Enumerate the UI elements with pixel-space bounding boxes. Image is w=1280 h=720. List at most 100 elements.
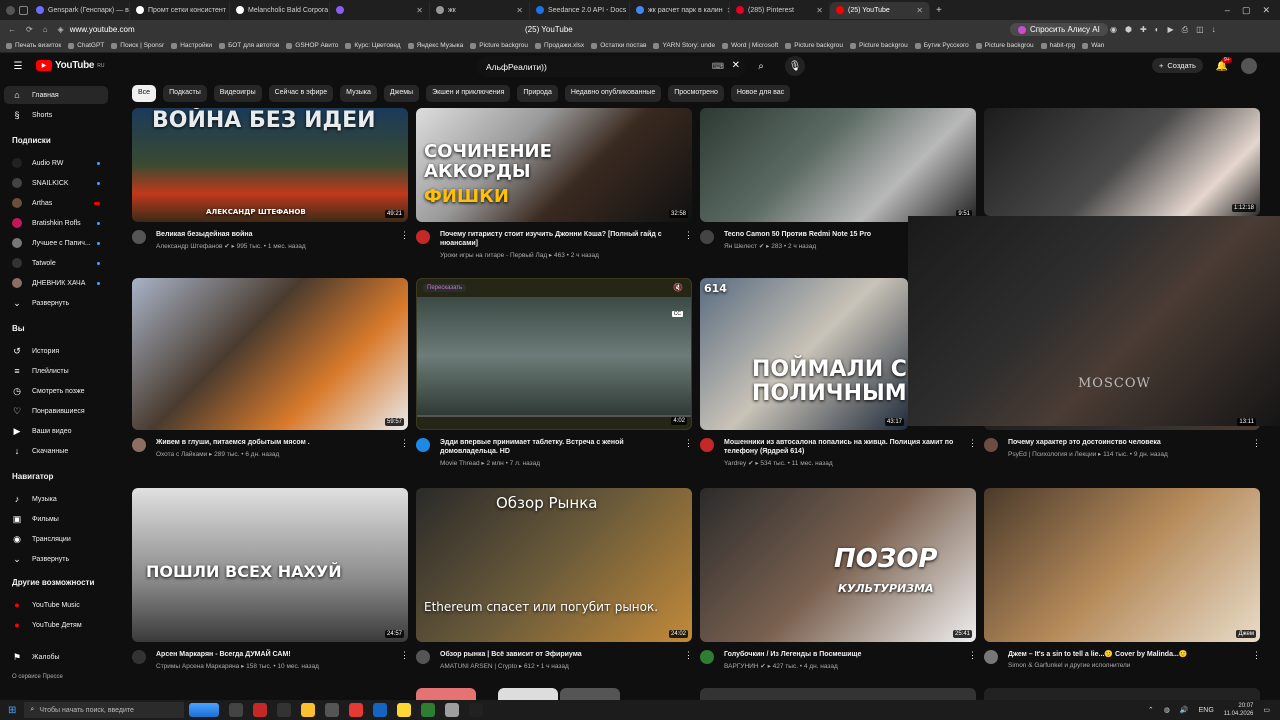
- sidebar-item[interactable]: ≡ Плейлисты: [4, 362, 108, 380]
- video-title[interactable]: Голубочкин / Из Легенды в Посмешище: [724, 650, 954, 659]
- sidebar-item[interactable]: ⚑ Жалобы: [4, 648, 108, 666]
- sidebar-item[interactable]: Audio RW: [4, 154, 108, 172]
- browser-tab[interactable]: (285) Pinterest ✕: [730, 1, 830, 19]
- microphone-icon[interactable]: 🎙: [785, 56, 805, 76]
- bookmark-item[interactable]: Курс: Цветовед: [345, 42, 401, 49]
- channel-avatar[interactable]: [416, 230, 430, 244]
- more-options-icon[interactable]: ⋮: [684, 230, 693, 241]
- account-avatar[interactable]: [1241, 58, 1257, 74]
- video-title[interactable]: Арсен Маркарян - Всегда ДУМАЙ САМ!: [156, 650, 386, 659]
- new-tab-button[interactable]: +: [936, 5, 942, 16]
- more-options-icon[interactable]: ⋮: [968, 438, 977, 449]
- taskbar-app-7-icon[interactable]: [445, 703, 460, 717]
- subscriptions-heading[interactable]: Подписки: [12, 136, 51, 145]
- video-preview[interactable]: [417, 297, 691, 415]
- sidebar-item[interactable]: Tatwole: [4, 254, 108, 272]
- sidebar-item[interactable]: ● YouTube Детям: [4, 616, 108, 634]
- close-window-icon[interactable]: ✕: [1262, 5, 1270, 16]
- video-title[interactable]: Почему гитаристу стоит изучить Джонни Кэ…: [440, 230, 670, 248]
- video-thumbnail[interactable]: ПОЙМАЛИ С ПОЛИЧНЫМ 614 43:17: [700, 278, 908, 430]
- sidebar-item[interactable]: ↓ Скачанные: [4, 442, 108, 460]
- volume-icon[interactable]: 🔊: [1180, 706, 1189, 714]
- bookmark-item[interactable]: Word | Microsoft: [722, 42, 778, 49]
- sidebar-item[interactable]: ↺ История: [4, 342, 108, 360]
- chip-0[interactable]: Все: [132, 85, 157, 102]
- channel-name[interactable]: Movie Thread: [440, 460, 480, 467]
- video-title[interactable]: Обзор рынка | Всё зависит от Эфириума: [440, 650, 670, 659]
- channel-name[interactable]: Александр Штефанов: [156, 243, 222, 250]
- taskbar-app-1-icon[interactable]: [253, 703, 268, 717]
- sidebar-item[interactable]: Bratishkin Rofls: [4, 214, 108, 232]
- alice-ai-button[interactable]: Спросить Алису AI: [1010, 23, 1108, 36]
- video-thumbnail[interactable]: Обзор Рынка Ethereum спасет или погубит р…: [416, 488, 692, 642]
- video-thumbnail[interactable]: Джем: [984, 488, 1260, 642]
- taskbar-app-8-icon[interactable]: [469, 703, 484, 717]
- browser-tab[interactable]: жк расчет парк в калин✕: [630, 1, 730, 19]
- bookmark-item[interactable]: БОТ для автотов: [219, 42, 279, 49]
- create-button[interactable]: + Создать: [1152, 58, 1203, 73]
- chip-7[interactable]: Природа: [517, 85, 558, 102]
- weather-widget-icon[interactable]: [189, 703, 220, 717]
- sidebar-item[interactable]: ДНЕВНИК ХАЧА: [4, 274, 108, 292]
- video-thumbnail[interactable]: Пересказать 🔇 CC 4:02: [416, 278, 692, 430]
- url-field[interactable]: www.youtube.com: [70, 25, 135, 34]
- captions-button[interactable]: CC: [671, 311, 683, 317]
- sidebar-item[interactable]: Arthas: [4, 194, 108, 212]
- more-options-icon[interactable]: ⋮: [400, 230, 409, 241]
- bookmark-item[interactable]: Picture backgrou: [470, 42, 528, 49]
- video-thumbnail[interactable]: 1:12:18: [984, 108, 1260, 216]
- video-thumbnail[interactable]: ВОЙНА БЕЗ ИДЕИ АЛЕКСАНДР ШТЕФАНОВ 49:21: [132, 108, 408, 222]
- channel-avatar[interactable]: [132, 650, 146, 664]
- channel-avatar[interactable]: [132, 230, 146, 244]
- keyboard-icon[interactable]: ⌨: [712, 61, 724, 72]
- taskbar-app-6-icon[interactable]: [421, 703, 436, 717]
- video-thumbnail[interactable]: ПОШЛИ ВСЕХ НАХУЙ 24:57: [132, 488, 408, 642]
- channel-name[interactable]: Уроки игры на гитаре - Первый Лад: [440, 252, 547, 259]
- video-thumbnail-partial[interactable]: [560, 688, 620, 700]
- downloads-icon[interactable]: ↓: [1212, 25, 1216, 35]
- channel-name[interactable]: Охота с Лайками: [156, 451, 207, 458]
- sidebar-item[interactable]: ⌄ Развернуть: [4, 294, 108, 312]
- channel-avatar[interactable]: [984, 650, 998, 664]
- reload-icon[interactable]: ⟳: [26, 25, 33, 34]
- sidebar-item[interactable]: ◉ Трансляции: [4, 530, 108, 548]
- video-thumbnail-partial[interactable]: [416, 688, 476, 700]
- sidebar-item[interactable]: ◷ Смотреть позже: [4, 382, 108, 400]
- bookmark-item[interactable]: habit-rpg: [1040, 42, 1075, 49]
- mute-icon[interactable]: 🔇: [673, 283, 683, 292]
- more-options-icon[interactable]: ⋮: [684, 650, 693, 661]
- channel-avatar[interactable]: [132, 438, 146, 452]
- browser-tab[interactable]: жк ✕: [430, 1, 530, 19]
- video-thumbnail[interactable]: 59:57: [132, 278, 408, 430]
- channel-avatar[interactable]: [700, 650, 714, 664]
- tab-close-icon[interactable]: ✕: [516, 6, 523, 15]
- chip-10[interactable]: Новое для вас: [730, 85, 791, 102]
- channel-name[interactable]: Стримы Арсена Маркаряна: [156, 663, 239, 670]
- sidebar-footer[interactable]: О сервисе Прессе: [12, 674, 63, 680]
- channel-avatar[interactable]: [416, 650, 430, 664]
- video-thumbnail-partial[interactable]: [984, 688, 1260, 700]
- channel-avatar[interactable]: [700, 230, 714, 244]
- extension-icon-2[interactable]: ⬢: [1125, 25, 1132, 35]
- tabs-overview-icon[interactable]: [19, 5, 28, 15]
- browser-tab[interactable]: Melancholic Bald Corpora✕: [230, 1, 330, 19]
- video-title[interactable]: Великая безыдейная война: [156, 230, 386, 239]
- taskbar-app-2-icon[interactable]: [277, 703, 292, 717]
- clear-search-icon[interactable]: ✕: [732, 60, 740, 71]
- channel-name[interactable]: Ян Шелест: [724, 243, 757, 250]
- chip-1[interactable]: Подкасты: [163, 85, 207, 102]
- video-title[interactable]: Живем в глуши, питаемся добытым мясом .: [156, 438, 386, 447]
- maximize-icon[interactable]: ▢: [1242, 5, 1251, 16]
- chip-6[interactable]: Экшен и приключения: [426, 85, 511, 102]
- sidebar-item[interactable]: SNAILKICK: [4, 174, 108, 192]
- sidebar-item[interactable]: ● YouTube Music: [4, 596, 108, 614]
- more-options-icon[interactable]: ⋮: [400, 438, 409, 449]
- more-options-icon[interactable]: ⋮: [1252, 438, 1261, 449]
- extension-icon-5[interactable]: ▶: [1168, 25, 1174, 35]
- more-options-icon[interactable]: ⋮: [684, 438, 693, 449]
- chip-3[interactable]: Сейчас в эфире: [268, 85, 334, 102]
- bookmark-item[interactable]: Остатки постав: [591, 42, 646, 49]
- channel-avatar[interactable]: [984, 438, 998, 452]
- extension-icon-1[interactable]: ◉: [1110, 25, 1117, 35]
- youtube-logo[interactable]: ▶ YouTube RU: [36, 60, 104, 71]
